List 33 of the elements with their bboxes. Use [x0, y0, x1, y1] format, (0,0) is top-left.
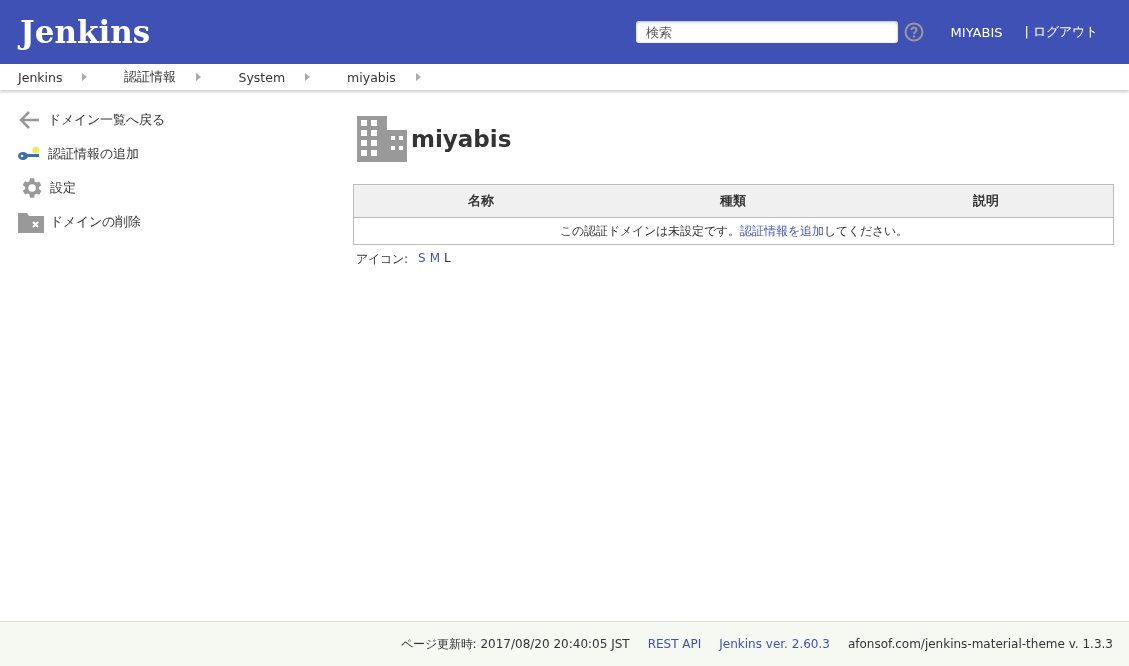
building-icon	[357, 116, 407, 162]
icon-size-label: アイコン:	[356, 251, 409, 268]
breadcrumb-link[interactable]: System	[238, 69, 286, 85]
icon-size-link[interactable]: L	[444, 251, 451, 268]
sidebar-link[interactable]: ドメイン一覧へ戻る	[18, 108, 336, 132]
breadcrumb-link[interactable]: Jenkins	[18, 69, 63, 85]
icon-size-link[interactable]: S	[418, 251, 426, 268]
footer-link[interactable]: Jenkins ver. 2.60.3	[719, 637, 830, 651]
key-icon	[18, 146, 42, 162]
theme-credit-text: afonsof.com/jenkins-material-theme v. 1.3.3	[847, 637, 1113, 651]
empty-message: この認証ドメインは未設定です。認証情報を追加 してください。	[559, 223, 908, 238]
icon-size-link[interactable]: M	[429, 251, 441, 268]
footer-link[interactable]: REST API	[647, 637, 702, 651]
logout-link[interactable]: | ログアウト	[1024, 23, 1098, 41]
sidebar-link[interactable]: ドメインの削除	[18, 210, 336, 234]
breadcrumb-link[interactable]: 認証情報	[124, 68, 177, 86]
column-header: 名称	[353, 184, 609, 218]
breadcrumb-link[interactable]: miyabis	[347, 69, 396, 85]
sidebar-link[interactable]: 認証情報の追加	[18, 142, 336, 166]
caret-icon	[82, 73, 88, 81]
help-icon[interactable]	[903, 22, 924, 42]
sidebar-link[interactable]: 設定	[18, 176, 336, 200]
caret-icon	[415, 73, 421, 81]
page-title: miyabis	[411, 126, 512, 152]
add-credentials-link[interactable]: 認証情報を追加	[739, 223, 824, 238]
caret-icon	[305, 73, 311, 81]
search-field[interactable]: 検索	[635, 21, 898, 43]
column-header: 説明	[858, 184, 1114, 218]
folder-delete-icon	[18, 211, 44, 233]
column-header: 種類	[608, 184, 859, 218]
user-link[interactable]: MIYABIS	[950, 24, 1003, 40]
caret-icon	[196, 73, 202, 81]
page-updated-text: ページ更新時: 2017/08/20 20:40:05 JST	[400, 635, 630, 653]
